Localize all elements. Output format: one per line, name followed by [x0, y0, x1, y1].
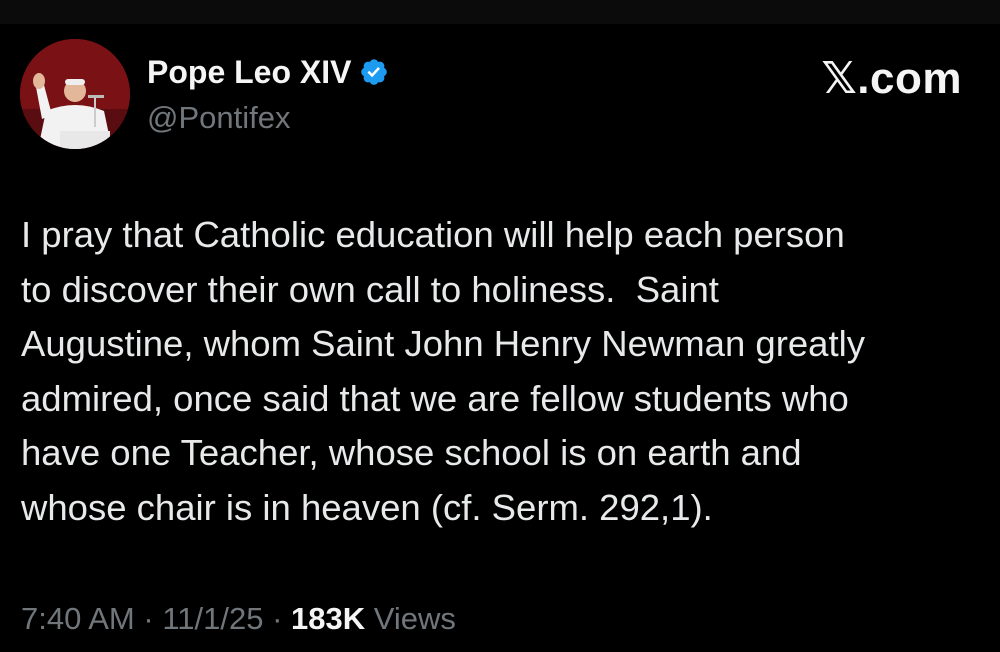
post-text: I pray that Catholic education will help…	[21, 208, 981, 535]
author-name-text: Pope Leo XIV	[147, 54, 352, 90]
views-count: 183K	[291, 601, 366, 636]
post-text-line: admired, once said that we are fellow st…	[21, 377, 849, 419]
post-text-line: Augustine, whom Saint John Henry Newman …	[21, 323, 865, 364]
x-brand-label: 𝕏.com	[821, 54, 962, 103]
post-meta: 7:40 AM · 11/1/25 · 183K Views	[21, 597, 456, 641]
meta-separator: ·	[272, 601, 283, 636]
avatar-photo	[20, 39, 130, 149]
author-display-name[interactable]: Pope Leo XIV	[147, 52, 389, 92]
meta-separator: ·	[143, 601, 154, 636]
post-text-line: to discover their own call to holiness. …	[21, 268, 719, 310]
author-handle[interactable]: @Pontifex	[147, 98, 290, 138]
verified-badge-icon	[361, 59, 388, 85]
top-edge-strip	[0, 0, 1000, 24]
post-text-line: whose chair is in heaven (cf. Serm. 292,…	[21, 486, 713, 528]
post-text-line: have one Teacher, whose school is on ear…	[21, 432, 802, 473]
post-time[interactable]: 7:40 AM	[21, 601, 135, 636]
post-date[interactable]: 11/1/25	[162, 601, 263, 636]
post-text-line: I pray that Catholic education will help…	[21, 214, 845, 255]
views-label: Views	[373, 601, 456, 636]
avatar[interactable]	[20, 39, 130, 149]
